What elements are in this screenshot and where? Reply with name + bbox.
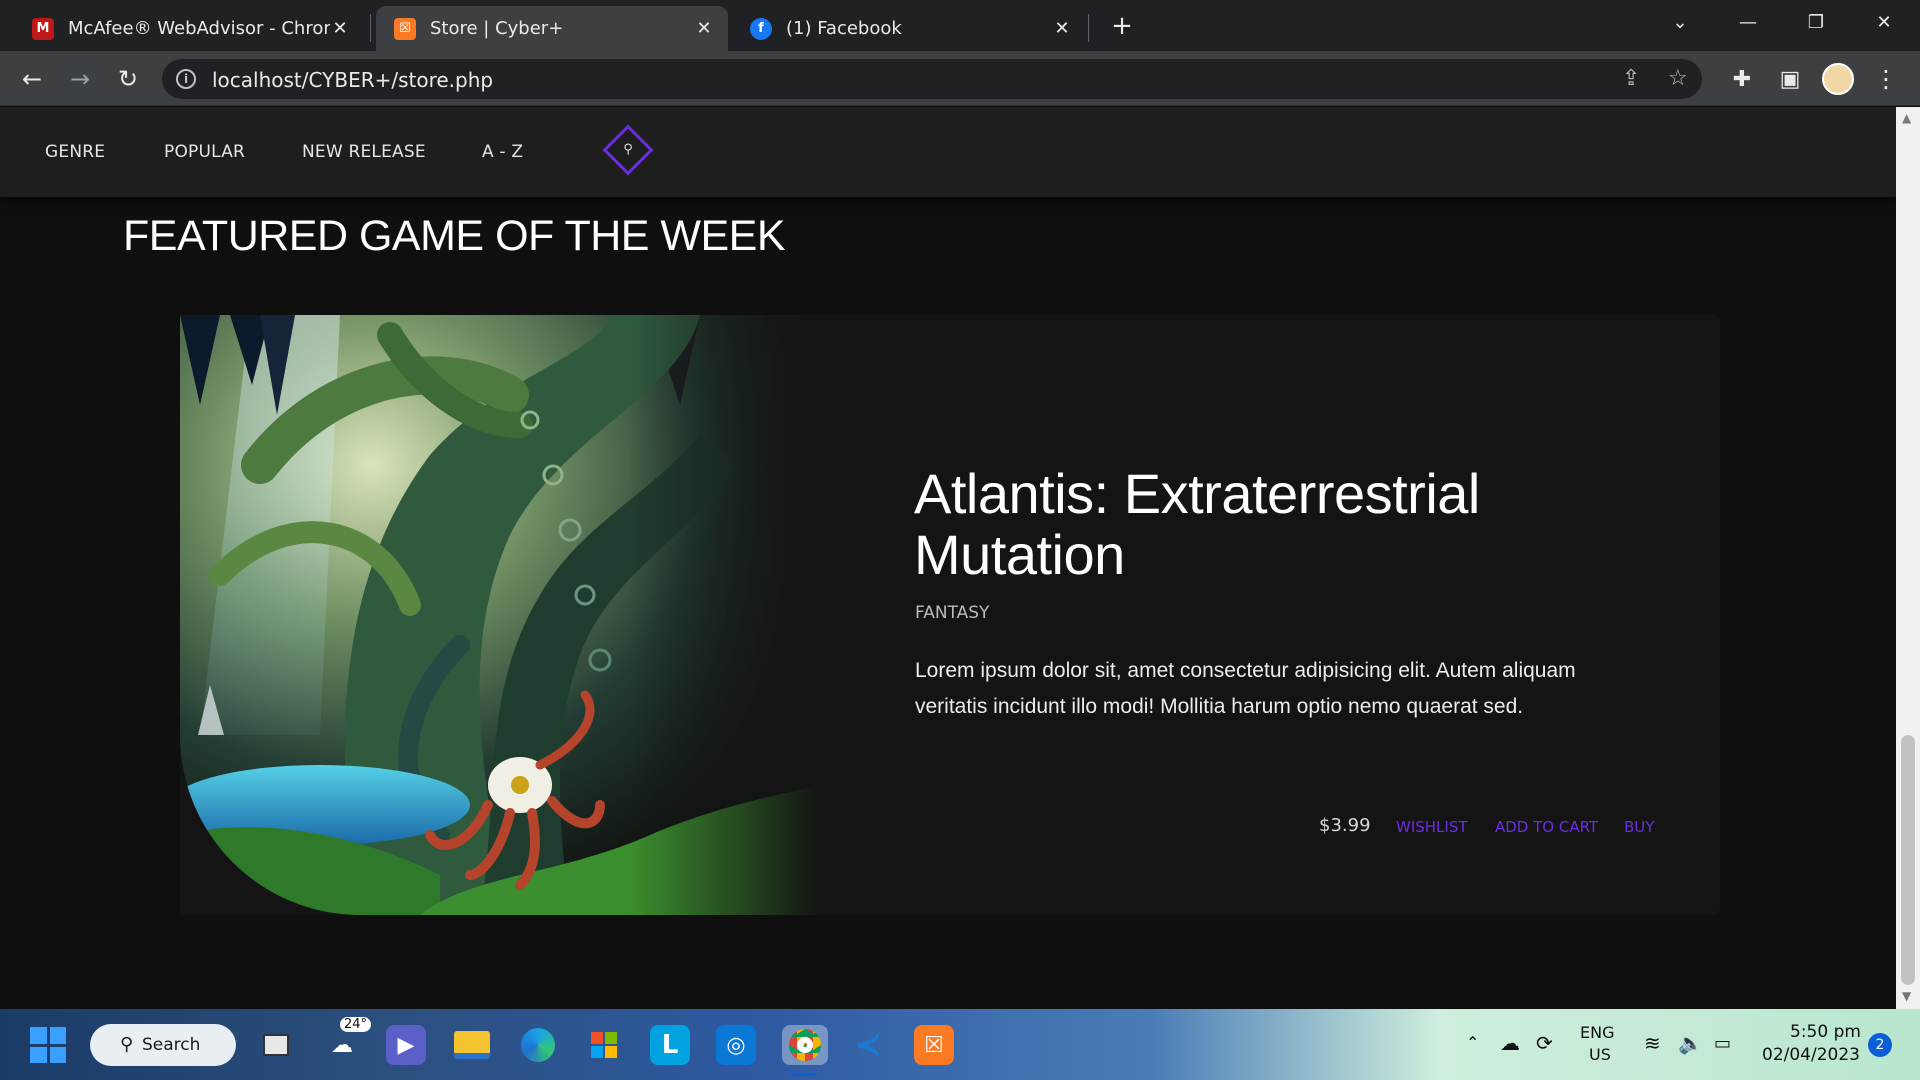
nav-genre-link[interactable]: GENRE: [45, 142, 105, 162]
tab-divider: [370, 14, 371, 42]
extensions-icon[interactable]: ✚: [1724, 61, 1760, 97]
facebook-icon: f: [750, 17, 772, 40]
battery-icon[interactable]: ▭: [1714, 1033, 1731, 1054]
close-window-icon[interactable]: ✕: [1856, 0, 1912, 44]
clock-date[interactable]: 02/04/2023: [1762, 1045, 1860, 1065]
xampp-icon: ☒: [394, 17, 416, 40]
notification-badge[interactable]: 2: [1868, 1033, 1892, 1057]
address-bar[interactable]: i localhost/CYBER+/store.php ⇪ ☆: [162, 59, 1702, 99]
share-icon[interactable]: ⇪: [1622, 66, 1640, 91]
weather-widget-icon[interactable]: ☁ 24°: [322, 1017, 372, 1065]
tab-title: Store | Cyber+: [430, 18, 564, 39]
tab-mcafee[interactable]: M McAfee® WebAdvisor - Chrome ✕: [14, 6, 364, 51]
xampp-icon[interactable]: ☒: [914, 1025, 954, 1065]
chrome-icon[interactable]: [782, 1025, 828, 1065]
task-view-icon[interactable]: [256, 1025, 296, 1065]
game-price: $3.99: [1319, 815, 1371, 836]
language-us[interactable]: US: [1589, 1045, 1611, 1064]
show-hidden-icons-chevron-icon[interactable]: ⌃: [1466, 1033, 1479, 1052]
restore-icon[interactable]: ❐: [1788, 0, 1844, 44]
clock-time[interactable]: 5:50 pm: [1790, 1022, 1861, 1042]
section-heading: FEATURED GAME OF THE WEEK: [123, 212, 786, 260]
back-icon[interactable]: ←: [14, 61, 50, 97]
close-tab-icon[interactable]: ✕: [694, 18, 714, 39]
game-title: Atlantis: Extraterrestrial Mutation: [914, 462, 1480, 586]
outlook-icon[interactable]: ◎: [716, 1025, 756, 1065]
add-to-cart-button[interactable]: ADD TO CART: [1495, 818, 1598, 836]
new-tab-button[interactable]: +: [1094, 4, 1150, 48]
taskbar-search[interactable]: ⚲ Search: [90, 1024, 236, 1066]
edge-icon[interactable]: [518, 1025, 558, 1065]
file-explorer-icon[interactable]: [452, 1025, 492, 1065]
weather-temp: 24°: [340, 1017, 372, 1032]
forward-icon[interactable]: →: [62, 61, 98, 97]
nav-a-z-link[interactable]: A - Z: [482, 142, 523, 162]
tab-title: (1) Facebook: [786, 18, 902, 39]
search-button[interactable]: ⚲: [602, 124, 654, 176]
search-label: Search: [142, 1035, 201, 1055]
url-text[interactable]: localhost/CYBER+/store.php: [212, 68, 493, 92]
microsoft-store-icon[interactable]: [584, 1025, 624, 1065]
close-tab-icon[interactable]: ✕: [1052, 18, 1072, 39]
start-button[interactable]: [30, 1027, 66, 1063]
onedrive-cloud-icon[interactable]: ☁: [1500, 1031, 1520, 1055]
site-info-icon[interactable]: i: [176, 69, 196, 89]
site-navbar: GENRE POPULAR NEW RELEASE A - Z ⚲: [0, 107, 1896, 197]
vscode-icon[interactable]: ≺: [848, 1025, 888, 1065]
language-eng[interactable]: ENG: [1580, 1023, 1614, 1042]
game-cover-art: [180, 315, 820, 915]
browser-toolbar: ← → ↻ i localhost/CYBER+/store.php ⇪ ☆ ✚…: [0, 51, 1920, 106]
volume-icon[interactable]: 🔈: [1678, 1031, 1703, 1055]
sync-icon[interactable]: ⟳: [1536, 1031, 1553, 1055]
chrome-menu-icon[interactable]: ⋮: [1868, 61, 1904, 97]
web-page: GENRE POPULAR NEW RELEASE A - Z ⚲ FEATUR…: [0, 107, 1896, 1009]
page-scrollbar[interactable]: ▲ ▼: [1896, 107, 1920, 1009]
tab-divider: [1088, 14, 1089, 42]
profile-avatar[interactable]: [1820, 61, 1856, 97]
close-tab-icon[interactable]: ✕: [330, 18, 350, 39]
app-l-icon[interactable]: L: [650, 1025, 690, 1065]
mcafee-icon: M: [32, 17, 54, 40]
wifi-icon[interactable]: ≋: [1644, 1031, 1661, 1055]
minimize-icon[interactable]: —: [1720, 0, 1776, 44]
game-genre: FANTASY: [915, 603, 990, 623]
featured-game-card: Atlantis: Extraterrestrial Mutation FANT…: [180, 315, 1720, 915]
tab-search-chevron-icon[interactable]: ⌄: [1652, 0, 1708, 44]
search-icon: ⚲: [623, 142, 633, 157]
windows-taskbar: ⚲ Search ☁ 24° ▶ L ◎ ≺ ☒ ⌃ ☁ ⟳ ENG US ≋ …: [0, 1009, 1920, 1080]
fantasy-scene-illustration: [180, 315, 820, 915]
tab-store-cyber[interactable]: ☒ Store | Cyber+ ✕: [376, 6, 728, 51]
scroll-down-arrow-icon[interactable]: ▼: [1902, 989, 1911, 1003]
bookmark-star-icon[interactable]: ☆: [1668, 66, 1688, 91]
reload-icon[interactable]: ↻: [110, 61, 146, 97]
active-app-indicator: [792, 1073, 816, 1076]
teams-chat-icon[interactable]: ▶: [386, 1025, 426, 1065]
scrollbar-thumb[interactable]: [1901, 735, 1915, 985]
tab-title: McAfee® WebAdvisor - Chrome: [68, 18, 330, 39]
buy-button[interactable]: BUY: [1624, 818, 1654, 836]
browser-tab-strip: M McAfee® WebAdvisor - Chrome ✕ ☒ Store …: [0, 0, 1920, 51]
nav-popular-link[interactable]: POPULAR: [164, 142, 245, 162]
scroll-up-arrow-icon[interactable]: ▲: [1902, 111, 1911, 125]
wishlist-button[interactable]: WISHLIST: [1396, 818, 1468, 836]
game-description: Lorem ipsum dolor sit, amet consectetur …: [915, 659, 1576, 718]
side-panel-icon[interactable]: ▣: [1772, 61, 1808, 97]
tab-facebook[interactable]: f (1) Facebook ✕: [732, 6, 1086, 51]
search-icon: ⚲: [120, 1034, 134, 1055]
nav-new-release-link[interactable]: NEW RELEASE: [302, 142, 426, 162]
